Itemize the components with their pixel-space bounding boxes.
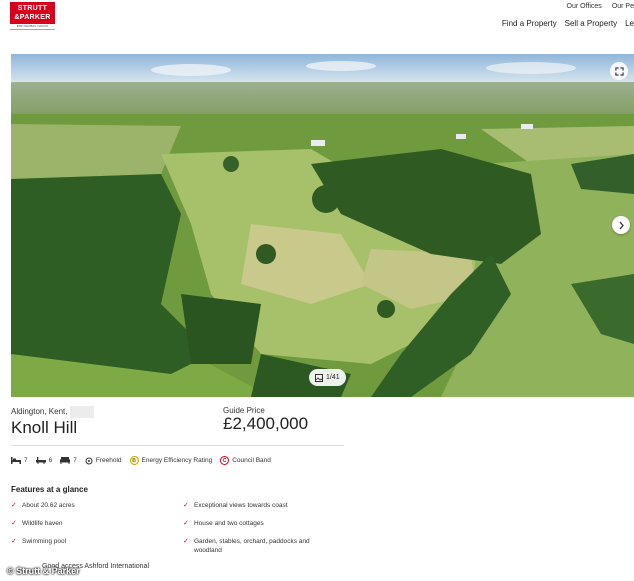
spec-epc[interactable]: B Energy Efficiency Rating (129, 456, 213, 465)
check-icon: ✓ (11, 538, 17, 545)
redacted-postcode (70, 406, 95, 418)
feature-item: ✓ Wildlife haven (11, 519, 171, 528)
receptions-count: 7 (73, 457, 77, 464)
brand-tagline: BNP PARIBAS GROUP (10, 24, 55, 30)
nav-find-property[interactable]: Find a Property (502, 19, 557, 28)
spec-bathrooms: 6 (35, 457, 53, 464)
feature-text: Swimming pool (22, 538, 67, 545)
feature-text: Wildlife haven (22, 520, 63, 527)
bedrooms-count: 7 (24, 457, 28, 464)
key-icon (85, 457, 93, 464)
feature-text: About 20.62 acres (22, 502, 75, 509)
property-hero-image[interactable]: 1/41 (11, 54, 634, 397)
spec-bedrooms: 7 (11, 457, 28, 464)
property-title: Knoll Hill (11, 418, 78, 437)
spec-tenure: Freehold (85, 457, 122, 465)
spec-council-tax[interactable]: C Council Band (220, 456, 271, 465)
check-icon: ✓ (11, 502, 17, 509)
brand-logo[interactable]: STRUTT &PARKER BNP PARIBAS GROUP (10, 2, 55, 30)
feature-item: ✓ About 20.62 acres (11, 501, 171, 510)
brand-line2: &PARKER (14, 14, 51, 21)
main-nav: Find a Property Sell a Property Le (502, 19, 634, 28)
check-icon: ✓ (11, 520, 17, 527)
feature-text: Exceptional views towards coast (194, 502, 288, 509)
check-icon: ✓ (183, 520, 189, 527)
image-icon (315, 373, 323, 382)
spec-receptions: 7 (60, 457, 77, 464)
divider (11, 445, 344, 446)
epc-badge-icon: B (129, 456, 139, 465)
feature-item: ✓ Swimming pool (11, 537, 171, 546)
feature-item: ✓ Garden, stables, orchard, paddocks and… (183, 537, 323, 555)
feature-text: Garden, stables, orchard, paddocks and w… (194, 538, 310, 554)
feature-item: ✓ House and two cottages (183, 519, 333, 528)
bath-icon (35, 457, 46, 464)
feature-text: House and two cottages (194, 520, 264, 527)
photo-credit: © Strutt & Parker (7, 566, 80, 576)
council-band-label: Council Band (232, 457, 271, 464)
council-band-badge-icon: C (220, 456, 230, 465)
aerial-photo (11, 54, 634, 397)
sofa-icon (60, 457, 71, 464)
expand-icon[interactable] (610, 62, 628, 80)
bathrooms-count: 6 (48, 457, 53, 464)
nav-let[interactable]: Le (625, 19, 634, 28)
property-specs: 7 6 7 Freehold B Energy Efficiency Ratin… (11, 456, 279, 465)
features-heading: Features at a glance (11, 485, 88, 494)
epc-label: Energy Efficiency Rating (141, 457, 213, 464)
utility-links: Our Offices Our Pe (567, 3, 634, 10)
link-our-offices[interactable]: Our Offices (567, 3, 602, 10)
check-icon: ✓ (183, 502, 189, 509)
property-location: Aldington, Kent, (11, 406, 95, 418)
feature-item: ✓ Exceptional views towards coast (183, 501, 333, 510)
brand-line1: STRUTT (17, 5, 48, 12)
tenure-text: Freehold (95, 457, 122, 464)
location-text: Aldington, Kent, (11, 407, 68, 417)
property-price: £2,400,000 (223, 414, 309, 433)
chevron-right-icon[interactable] (612, 216, 630, 234)
nav-sell-property[interactable]: Sell a Property (565, 19, 617, 28)
check-icon: ✓ (183, 538, 189, 545)
gallery-counter[interactable]: 1/41 (309, 369, 346, 386)
link-our-people[interactable]: Our Pe (612, 3, 634, 10)
gallery-counter-text: 1/41 (326, 374, 340, 381)
bed-icon (11, 457, 21, 464)
